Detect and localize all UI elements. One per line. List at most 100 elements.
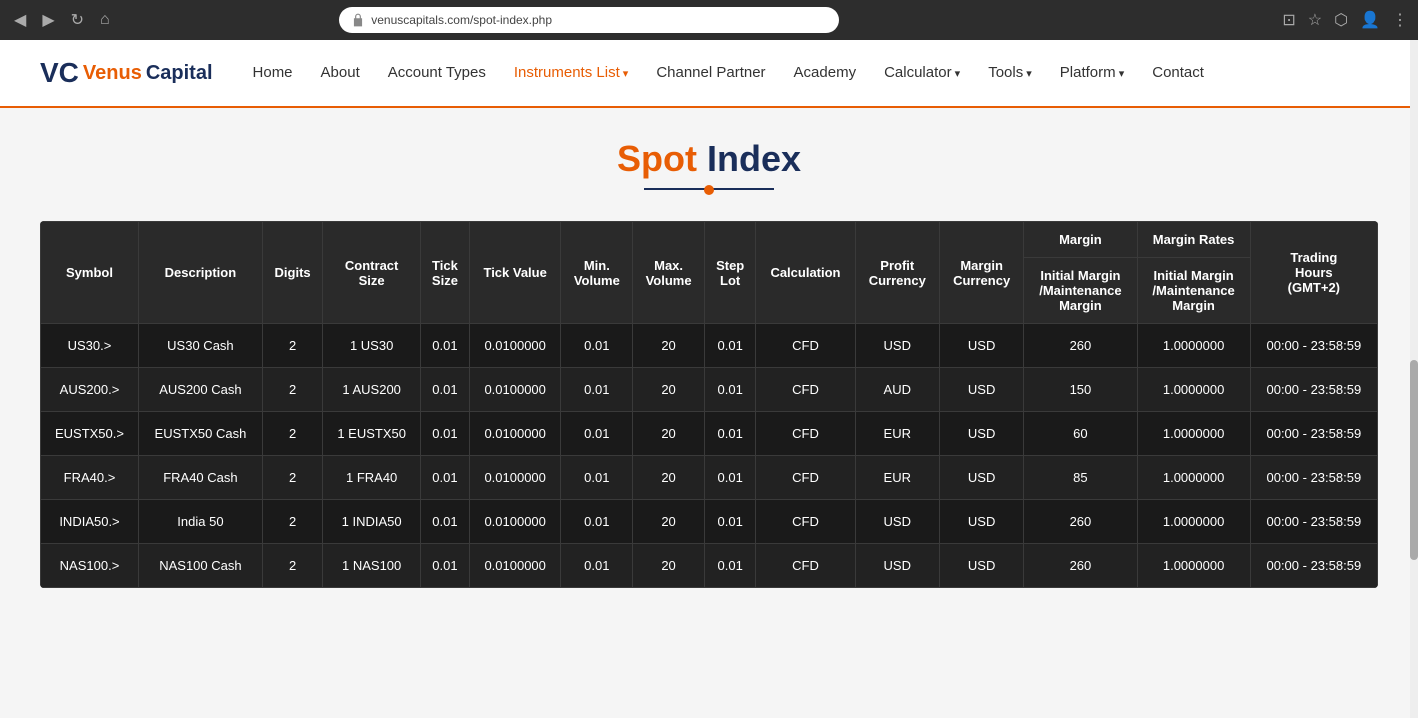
cell-trading-hours: 00:00 - 23:58:59 [1250,368,1377,412]
cell-symbol: INDIA50.> [41,500,139,544]
cell-contract-size: 1 NAS100 [323,544,421,588]
cell-tick-value: 0.0100000 [469,368,561,412]
menu-icon[interactable]: ⋮ [1392,10,1408,30]
cell-step-lot: 0.01 [704,412,755,456]
logo-capital: Capital [146,62,213,85]
nav-links: Home About Account Types Instruments Lis… [253,64,1378,82]
cell-margin-rates: 1.0000000 [1137,456,1250,500]
nav-instruments-list[interactable]: Instruments List [514,64,628,82]
back-button[interactable]: ◀ [10,6,30,34]
cell-digits: 2 [262,324,323,368]
translate-icon[interactable]: ⊡ [1282,10,1295,30]
cell-digits: 2 [262,544,323,588]
page-title-section: Spot Index [40,138,1378,191]
cell-margin-currency: USD [939,456,1023,500]
cell-min-volume: 0.01 [561,412,633,456]
cell-margin-currency: USD [939,412,1023,456]
cell-min-volume: 0.01 [561,324,633,368]
cell-digits: 2 [262,412,323,456]
address-bar[interactable]: venuscapitals.com/spot-index.php [339,7,839,33]
col-margin-rates: Initial Margin/MaintenanceMargin [1137,258,1250,324]
nav-account-types[interactable]: Account Types [388,64,486,82]
cell-margin-currency: USD [939,500,1023,544]
browser-toolbar: ⊡ ☆ ⬡ 👤 ⋮ [1282,10,1408,30]
logo-venus: Venus [83,62,142,85]
cell-symbol: NAS100.> [41,544,139,588]
cell-trading-hours: 00:00 - 23:58:59 [1250,456,1377,500]
page-title: Spot Index [40,138,1378,180]
lock-icon [351,13,365,27]
cell-profit-currency: AUD [855,368,939,412]
cell-max-volume: 20 [633,324,705,368]
cell-margin-rates: 1.0000000 [1137,500,1250,544]
title-underline [644,188,774,191]
logo-vc: VC [40,57,79,89]
cell-margin-rates: 1.0000000 [1137,412,1250,456]
cell-tick-size: 0.01 [420,544,469,588]
cell-tick-value: 0.0100000 [469,412,561,456]
cell-calculation: CFD [756,544,855,588]
cell-calculation: CFD [756,456,855,500]
cell-contract-size: 1 FRA40 [323,456,421,500]
cell-tick-size: 0.01 [420,500,469,544]
col-initial-margin: Initial Margin/MaintenanceMargin [1024,258,1137,324]
table-row: US30.> US30 Cash 2 1 US30 0.01 0.0100000… [41,324,1378,368]
scrollbar-thumb[interactable] [1410,360,1418,560]
table-row: NAS100.> NAS100 Cash 2 1 NAS100 0.01 0.0… [41,544,1378,588]
cell-margin-rates: 1.0000000 [1137,368,1250,412]
cell-step-lot: 0.01 [704,324,755,368]
table-row: EUSTX50.> EUSTX50 Cash 2 1 EUSTX50 0.01 … [41,412,1378,456]
nav-about[interactable]: About [321,64,360,82]
refresh-button[interactable]: ↻ [67,6,88,34]
cell-min-volume: 0.01 [561,368,633,412]
nav-home[interactable]: Home [253,64,293,82]
cell-profit-currency: EUR [855,456,939,500]
col-calculation: Calculation [756,222,855,324]
nav-contact[interactable]: Contact [1152,64,1204,82]
cell-profit-currency: USD [855,544,939,588]
cell-profit-currency: EUR [855,412,939,456]
cell-min-volume: 0.01 [561,456,633,500]
table-body: US30.> US30 Cash 2 1 US30 0.01 0.0100000… [41,324,1378,588]
home-button[interactable]: ⌂ [96,7,114,33]
nav-platform[interactable]: Platform [1060,64,1124,82]
logo[interactable]: VC Venus Capital [40,57,213,89]
cell-step-lot: 0.01 [704,368,755,412]
cell-tick-value: 0.0100000 [469,456,561,500]
cell-tick-size: 0.01 [420,412,469,456]
col-min-volume: Min.Volume [561,222,633,324]
cell-min-volume: 0.01 [561,544,633,588]
nav-academy[interactable]: Academy [794,64,857,82]
cell-profit-currency: USD [855,500,939,544]
cell-digits: 2 [262,500,323,544]
extension-icon[interactable]: ⬡ [1334,10,1348,30]
cell-contract-size: 1 US30 [323,324,421,368]
scrollbar[interactable] [1410,40,1418,718]
title-dark: Index [707,138,801,179]
cell-max-volume: 20 [633,368,705,412]
cell-margin-rates: 1.0000000 [1137,544,1250,588]
profile-icon[interactable]: 👤 [1360,10,1380,30]
forward-button[interactable]: ▶ [38,6,58,34]
nav-channel-partner[interactable]: Channel Partner [656,64,765,82]
col-digits: Digits [262,222,323,324]
cell-trading-hours: 00:00 - 23:58:59 [1250,412,1377,456]
col-tick-value: Tick Value [469,222,561,324]
cell-step-lot: 0.01 [704,544,755,588]
cell-step-lot: 0.01 [704,456,755,500]
browser-chrome: ◀ ▶ ↻ ⌂ venuscapitals.com/spot-index.php… [0,0,1418,40]
cell-margin-currency: USD [939,324,1023,368]
nav-calculator[interactable]: Calculator [884,64,960,82]
cell-initial-margin: 260 [1024,500,1137,544]
cell-tick-size: 0.01 [420,456,469,500]
cell-initial-margin: 150 [1024,368,1137,412]
cell-max-volume: 20 [633,412,705,456]
col-margin-rates-group: Margin Rates [1137,222,1250,258]
cell-max-volume: 20 [633,500,705,544]
nav-tools[interactable]: Tools [988,64,1032,82]
title-dot [704,185,714,195]
cell-margin-rates: 1.0000000 [1137,324,1250,368]
col-margin-group: Margin [1024,222,1137,258]
star-icon[interactable]: ☆ [1308,10,1322,30]
cell-contract-size: 1 AUS200 [323,368,421,412]
